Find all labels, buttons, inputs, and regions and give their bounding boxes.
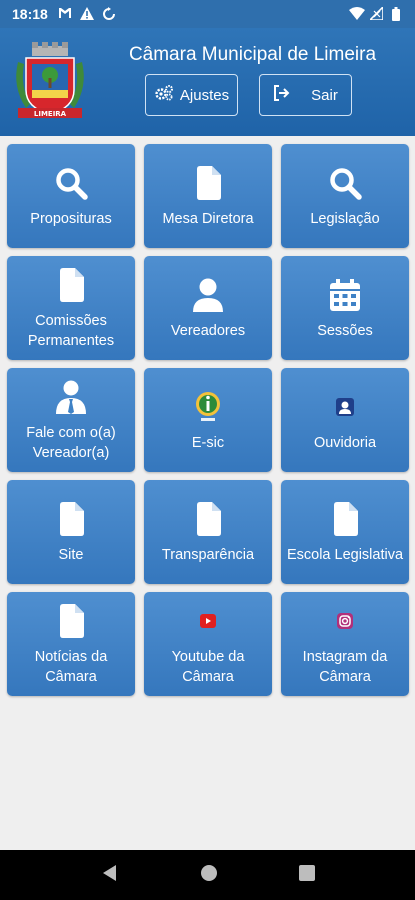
sign-out-icon (273, 85, 291, 105)
document-icon (195, 163, 221, 203)
document-icon (58, 499, 84, 539)
instagram-icon (335, 601, 355, 641)
document-icon (332, 499, 358, 539)
tile-label: Ouvidoria (313, 435, 377, 451)
youtube-icon (198, 601, 218, 641)
tile-mesa-diretora[interactable]: Mesa Diretora (144, 144, 272, 248)
tile-label: Notícias da Câmara (34, 649, 108, 685)
tile-label: Site (58, 547, 84, 563)
app-title: Câmara Municipal de Limeira (128, 44, 377, 65)
user-icon (193, 275, 223, 315)
tile-escola-legislativa[interactable]: Escola Legislativa (281, 480, 409, 584)
tile-legislacao[interactable]: Legislação (281, 144, 409, 248)
limeira-logo: LIMEIRA (12, 42, 88, 124)
calendar-icon (330, 275, 360, 315)
search-icon (328, 163, 362, 203)
tile-label: Proposituras (30, 211, 112, 227)
recents-icon[interactable] (298, 864, 315, 886)
status-bar: 18:18 (0, 0, 415, 28)
app-header: LIMEIRA Câmara Municipal de Limeira Ajus… (0, 28, 415, 136)
tile-site[interactable]: Site (7, 480, 135, 584)
person-tie-icon (56, 377, 86, 417)
svg-text:LIMEIRA: LIMEIRA (34, 110, 67, 118)
tile-label: Comissões Permanentes (27, 313, 115, 349)
wifi-icon (349, 7, 365, 21)
tile-label: Legislação (310, 211, 380, 227)
gears-icon (154, 85, 174, 105)
tile-fale-com-vereador[interactable]: Fale com o(a) Vereador(a) (7, 368, 135, 472)
menu-grid: Proposituras Mesa Diretora Legislação Co… (7, 144, 409, 696)
sync-icon (102, 7, 116, 21)
tile-label: Transparência (161, 547, 255, 563)
tile-comissoes-permanentes[interactable]: Comissões Permanentes (7, 256, 135, 360)
exit-button[interactable]: Sair (259, 74, 352, 116)
tile-label: E-sic (191, 435, 225, 451)
tile-e-sic[interactable]: E-sic (144, 368, 272, 472)
tile-label: Mesa Diretora (162, 211, 254, 227)
document-icon (58, 265, 84, 305)
document-icon (58, 601, 84, 641)
search-icon (54, 163, 88, 203)
settings-button[interactable]: Ajustes (145, 74, 238, 116)
tile-proposituras[interactable]: Proposituras (7, 144, 135, 248)
exit-label: Sair (311, 86, 338, 104)
gmail-icon (58, 7, 72, 21)
tile-label: Youtube da Câmara (171, 649, 245, 685)
home-icon[interactable] (200, 864, 218, 887)
navigation-bar (0, 850, 415, 900)
tile-ouvidoria[interactable]: Ouvidoria (281, 368, 409, 472)
back-icon[interactable] (101, 864, 119, 887)
tile-youtube-da-camara[interactable]: Youtube da Câmara (144, 592, 272, 696)
ouvidoria-icon (334, 387, 356, 427)
document-icon (195, 499, 221, 539)
tile-instagram-da-camara[interactable]: Instagram da Câmara (281, 592, 409, 696)
settings-label: Ajustes (179, 86, 230, 104)
status-time: 18:18 (12, 6, 48, 22)
info-icon (193, 387, 223, 427)
tile-transparencia[interactable]: Transparência (144, 480, 272, 584)
tile-vereadores[interactable]: Vereadores (144, 256, 272, 360)
tile-label: Instagram da Câmara (302, 649, 388, 685)
tile-noticias-da-camara[interactable]: Notícias da Câmara (7, 592, 135, 696)
warning-icon (79, 7, 94, 21)
tile-label: Fale com o(a) Vereador(a) (26, 425, 116, 461)
tile-label: Sessões (317, 323, 373, 339)
tile-label: Escola Legislativa (286, 547, 404, 563)
signal-icon (367, 5, 384, 21)
battery-icon (389, 7, 403, 21)
tile-label: Vereadores (170, 323, 246, 339)
tile-sessoes[interactable]: Sessões (281, 256, 409, 360)
